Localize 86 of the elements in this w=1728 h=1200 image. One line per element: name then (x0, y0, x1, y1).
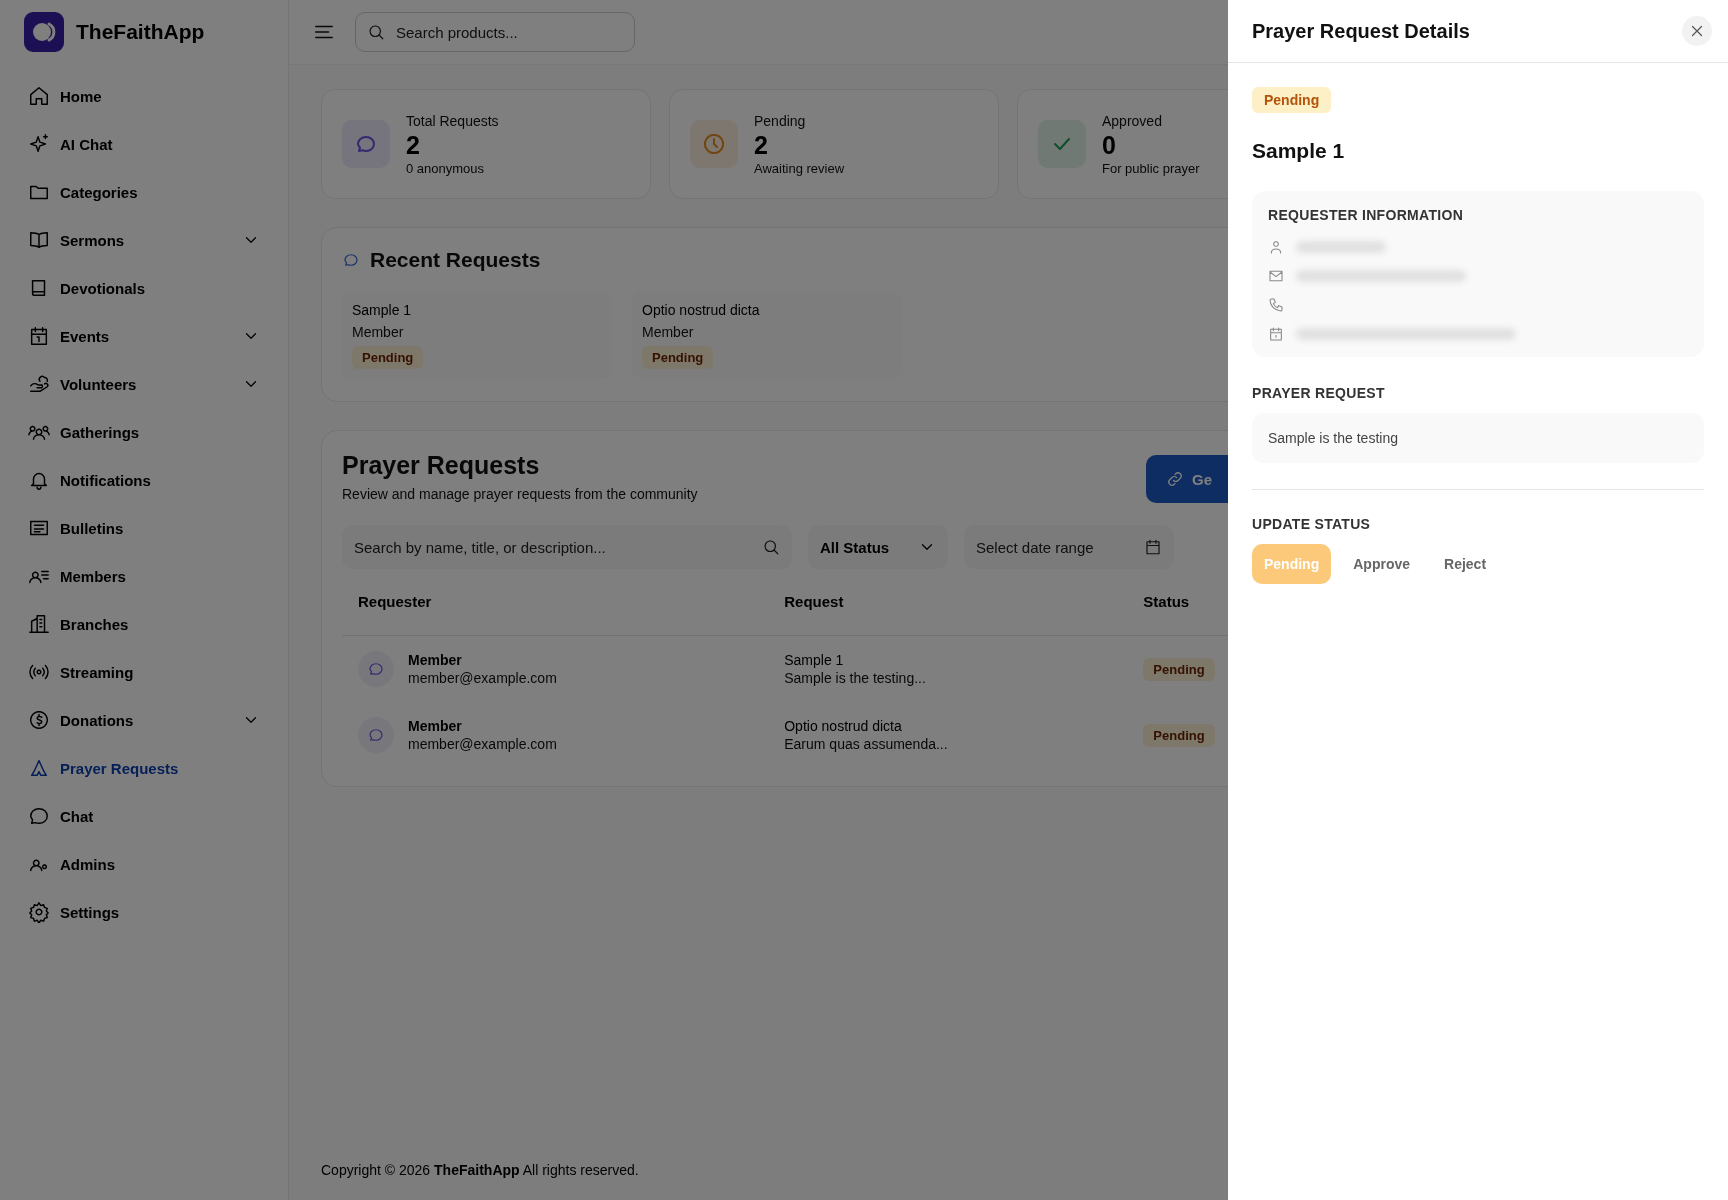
request-title: Optio nostrud dicta (642, 302, 760, 318)
app-name: TheFaithApp (76, 20, 205, 44)
dollar-icon (28, 709, 50, 731)
request-title: Optio nostrud dicta (784, 718, 903, 734)
app-logo-icon (24, 12, 64, 52)
calendar-icon (1268, 325, 1284, 342)
sidebar-item[interactable]: Gatherings (24, 408, 264, 456)
sidebar-item[interactable]: Notifications (24, 456, 264, 504)
book-icon (28, 229, 50, 251)
stat-note: Awaiting review (754, 160, 845, 176)
request-excerpt: Sample is the testing... (784, 670, 927, 686)
search-icon (762, 538, 780, 556)
request-excerpt: Earum quas assumenda... (784, 736, 949, 752)
sidebar-item[interactable]: Admins (24, 840, 264, 888)
requester-name: Member (408, 718, 463, 734)
sparkle-icon (28, 133, 50, 155)
column-header: Request (784, 593, 845, 610)
stat-label: Approved (1102, 112, 1163, 129)
sidebar-item[interactable]: Devotionals (24, 264, 264, 312)
search-field[interactable]: Search products... (355, 12, 635, 52)
status-badge: Pending (1143, 658, 1215, 681)
building-icon (28, 613, 50, 635)
status-badge: Pending (352, 346, 424, 369)
sidebar-item[interactable]: Home (24, 72, 264, 120)
page-subtitle: Review and manage prayer requests from the community (342, 486, 698, 502)
request-title: Sample 1 (1252, 139, 1345, 163)
status-option-button[interactable]: Reject (1432, 544, 1499, 584)
chat-icon (367, 660, 385, 678)
status-option-button[interactable]: Approve (1341, 544, 1423, 584)
requester-email: member@example.com (408, 670, 557, 686)
requester-name: Member (642, 324, 694, 340)
status-dropdown[interactable]: All Status (808, 525, 948, 569)
requester-name: Member (352, 324, 404, 340)
sidebar-item[interactable]: Categories (24, 168, 264, 216)
search-icon (367, 23, 385, 41)
section-heading: REQUESTER INFORMATION (1268, 207, 1465, 223)
copyright-text: Copyright © 2026 TheFaithApp All rights reserved. (321, 1162, 640, 1178)
column-header: Status (1143, 593, 1191, 610)
stat-note: For public prayer (1102, 160, 1200, 176)
sidebar-item[interactable]: Settings (24, 888, 264, 936)
sidebar-item[interactable]: Streaming (24, 648, 264, 696)
stat-note: 0 anonymous (406, 160, 486, 176)
phone-icon (1268, 296, 1284, 313)
date-range-field[interactable]: Select date range (964, 525, 1174, 569)
sidebar-item[interactable]: Sermons (24, 216, 264, 264)
status-badge: Pending (1143, 724, 1215, 747)
close-button[interactable] (1682, 16, 1712, 46)
request-title: Sample 1 (784, 652, 845, 668)
sidebar-item[interactable]: AI Chat (24, 120, 264, 168)
calendar-icon (1144, 538, 1162, 556)
sidebar-item[interactable]: Members (24, 552, 264, 600)
section-heading: PRAYER REQUEST (1252, 385, 1385, 401)
drawer-title: Prayer Request Details (1252, 19, 1470, 43)
sidebar-item[interactable]: Volunteers (24, 360, 264, 408)
sidebar-item[interactable]: Events (24, 312, 264, 360)
status-badge: Pending (1252, 87, 1332, 113)
section-heading: UPDATE STATUS (1252, 516, 1371, 532)
sidebar-item[interactable]: Bulletins (24, 504, 264, 552)
stat-value: 2 (406, 129, 421, 161)
link-icon (1166, 470, 1184, 488)
sidebar-item[interactable]: Chat (24, 792, 264, 840)
sidebar-item[interactable]: Donations (24, 696, 264, 744)
search-field[interactable]: Search by name, title, or description... (342, 525, 792, 569)
sidebar-item[interactable]: Prayer Requests (24, 744, 264, 792)
request-title: Sample 1 (352, 302, 412, 318)
prayer-text: Sample is the testing (1252, 413, 1704, 463)
section-title: Recent Requests (370, 248, 541, 272)
column-header: Requester (358, 593, 433, 610)
sidebar-item[interactable]: Branches (24, 600, 264, 648)
person-icon (1268, 238, 1284, 255)
settings-icon (28, 901, 50, 923)
requester-email: member@example.com (408, 736, 557, 752)
clock-icon (702, 132, 726, 156)
stat-value: 2 (754, 129, 769, 161)
status-badge: Pending (642, 346, 714, 369)
chat-icon (342, 251, 360, 269)
home-icon (28, 85, 50, 107)
stat-label: Pending (754, 112, 807, 129)
stat-label: Total Requests (406, 112, 499, 129)
requester-name: Member (408, 652, 463, 668)
calendar-icon (28, 325, 50, 347)
page-title: Prayer Requests (342, 451, 541, 480)
chat-icon (28, 805, 50, 827)
hand-heart-icon (28, 373, 50, 395)
stat-value: 0 (1102, 129, 1117, 161)
chat-icon (367, 726, 385, 744)
